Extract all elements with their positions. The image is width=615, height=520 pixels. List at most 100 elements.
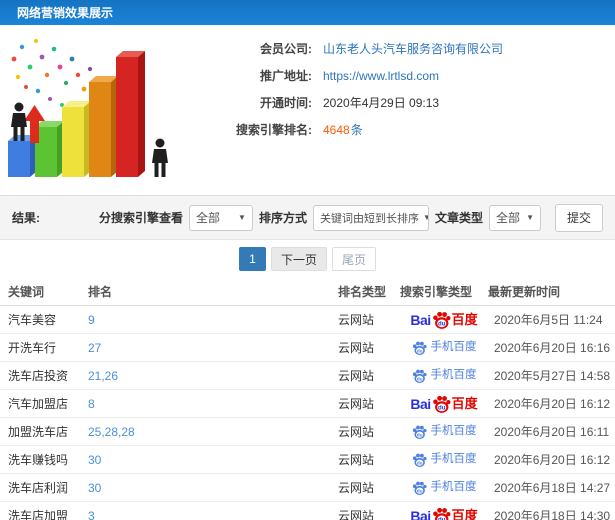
keyword-cell: 洗车店利润 xyxy=(8,481,69,495)
promotion-url-label: 推广地址: xyxy=(260,69,312,83)
rank-type-cell: 云网站 xyxy=(338,453,375,467)
sort-label: 排序方式 xyxy=(258,211,307,225)
pagination: 1 下一页 尾页 xyxy=(0,240,615,278)
result-label: 结果: xyxy=(12,211,40,225)
open-time-label: 开通时间: xyxy=(260,96,312,110)
sort-select[interactable]: 关键词由短到长排序 ▼ xyxy=(312,204,429,231)
company-link[interactable]: 山东老人头汽车服务咨询有限公司 xyxy=(323,40,503,57)
keyword-cell: 洗车店投资 xyxy=(8,369,69,383)
promotion-url-link[interactable]: https://www.lrtlsd.com xyxy=(323,69,439,83)
rank-cell: 9 xyxy=(88,313,338,327)
engine-filter-label: 分搜索引擎查看 xyxy=(98,211,183,225)
column-header: 最新更新时间 xyxy=(488,285,561,299)
mobile-baidu-logo: du 手机百度 xyxy=(412,340,477,356)
engine-filter-select[interactable]: 全部 ▼ xyxy=(188,204,253,231)
page-button-current[interactable]: 1 xyxy=(238,247,266,271)
baidu-paw-icon: du xyxy=(412,341,427,355)
chevron-down-icon: ▼ xyxy=(419,213,428,222)
rank-type-cell: 云网站 xyxy=(338,341,375,355)
svg-text:du: du xyxy=(438,516,446,520)
mobile-baidu-logo: du 手机百度 xyxy=(412,452,477,468)
baidu-paw-icon: du xyxy=(432,507,451,520)
baidu-paw-icon: du xyxy=(412,369,427,383)
baidu-logo: Bai du 百度 xyxy=(410,395,478,413)
open-time-row: 开通时间: 2020年4月29日 09:13 xyxy=(182,89,615,116)
rank-link[interactable]: 30 xyxy=(88,453,101,467)
rank-link[interactable]: 21,26 xyxy=(88,369,118,383)
rank-link[interactable]: 9 xyxy=(88,313,95,327)
filter-bar: 结果: 分搜索引擎查看 全部 ▼ 排序方式 关键词由短到长排序 ▼ 文章类型 全… xyxy=(0,195,615,240)
rank-link[interactable]: 8 xyxy=(88,397,95,411)
rank-count: 4648 xyxy=(323,123,350,137)
chevron-down-icon: ▼ xyxy=(238,213,246,222)
table-row: 洗车店利润 30 云网站 du 手机百度 2020年6月18日 14:27 xyxy=(0,474,615,502)
updated-cell: 2020年6月20日 16:11 xyxy=(494,425,610,439)
rank-cell: 21,26 xyxy=(88,369,338,383)
table-row: 洗车店加盟 3 云网站 Bai du 百度 2020年6月18日 14:30 xyxy=(0,502,615,520)
baidu-logo: Bai du 百度 xyxy=(410,311,478,329)
engine-rank-label: 搜索引擎排名: xyxy=(236,123,312,137)
column-header: 关键词 xyxy=(8,285,45,299)
page-title: 网络营销效果展示 xyxy=(17,6,114,20)
column-header: 搜索引擎类型 xyxy=(400,285,473,299)
rank-cell: 8 xyxy=(88,397,338,411)
marketing-report-page: 网络营销效果展示 会员公司: 山东老人头汽车服务咨询有限公司 推广地址: htt… xyxy=(0,0,615,520)
engine-cell: du 手机百度 xyxy=(400,340,488,356)
rank-unit: 条 xyxy=(350,123,363,137)
updated-cell: 2020年6月18日 14:27 xyxy=(494,481,611,495)
engine-rank-value: 4648条 xyxy=(323,121,363,138)
table-row: 加盟洗车店 25,28,28 云网站 du 手机百度 2020年6月20日 16… xyxy=(0,418,615,446)
rank-cell: 25,28,28 xyxy=(88,425,338,439)
rank-link[interactable]: 30 xyxy=(88,481,101,495)
businessman-figure-right xyxy=(152,138,168,177)
next-page-button[interactable]: 下一页 xyxy=(270,247,327,271)
table-row: 洗车店投资 21,26 云网站 du 手机百度 2020年5月27日 14:58 xyxy=(0,362,615,390)
open-time-value: 2020年4月29日 09:13 xyxy=(323,96,440,110)
last-page-button[interactable]: 尾页 xyxy=(332,247,377,271)
baidu-paw-icon: du xyxy=(412,425,427,439)
bar-yellow xyxy=(62,101,91,177)
engine-cell: du 手机百度 xyxy=(400,368,488,384)
svg-text:du: du xyxy=(438,404,446,411)
rank-link[interactable]: 25,28,28 xyxy=(88,425,135,439)
column-header: 排名类型 xyxy=(338,285,387,299)
rank-type-cell: 云网站 xyxy=(338,425,375,439)
engine-cell: du 手机百度 xyxy=(400,452,488,468)
rank-type-cell: 云网站 xyxy=(338,369,375,383)
rank-cell: 30 xyxy=(88,453,338,467)
updated-cell: 2020年6月20日 16:12 xyxy=(494,453,611,467)
account-details: 会员公司: 山东老人头汽车服务咨询有限公司 推广地址: https://www.… xyxy=(182,25,615,195)
mobile-baidu-logo: du 手机百度 xyxy=(412,424,477,440)
submit-button[interactable]: 提交 xyxy=(554,203,603,232)
updated-cell: 2020年6月20日 16:12 xyxy=(494,397,611,411)
keyword-cell: 洗车店加盟 xyxy=(8,509,69,520)
svg-text:du: du xyxy=(416,432,422,438)
rank-link[interactable]: 27 xyxy=(88,341,101,355)
mobile-baidu-logo: du 手机百度 xyxy=(412,368,477,384)
growth-chart-illustration xyxy=(0,29,182,191)
company-label: 会员公司: xyxy=(260,42,312,56)
svg-text:du: du xyxy=(416,488,422,494)
rank-link[interactable]: 3 xyxy=(88,509,95,520)
keyword-cell: 洗车赚钱吗 xyxy=(8,453,69,467)
bar-red xyxy=(116,51,145,177)
bar-green xyxy=(35,121,64,177)
rank-type-cell: 云网站 xyxy=(338,313,375,327)
filter-controls: 分搜索引擎查看 全部 ▼ 排序方式 关键词由短到长排序 ▼ 文章类型 全部 ▼ … xyxy=(98,203,603,232)
account-info-section: 会员公司: 山东老人头汽车服务咨询有限公司 推广地址: https://www.… xyxy=(0,25,615,195)
results-table-body: 汽车美容 9 云网站 Bai du 百度 2020年6月5日 11:24 开洗车行… xyxy=(0,306,615,520)
engine-filter-value: 全部 xyxy=(195,211,220,225)
table-row: 洗车赚钱吗 30 云网站 du 手机百度 2020年6月20日 16:12 xyxy=(0,446,615,474)
engine-cell: Bai du 百度 xyxy=(400,394,488,414)
table-header-row: 关键词 排名 排名类型 搜索引擎类型 最新更新时间 xyxy=(0,278,615,306)
sort-value: 关键词由短到长排序 xyxy=(319,212,419,225)
article-type-select[interactable]: 全部 ▼ xyxy=(488,204,541,231)
bar-chart-clipart xyxy=(8,39,168,177)
keyword-cell: 开洗车行 xyxy=(8,341,57,355)
table-row: 开洗车行 27 云网站 du 手机百度 2020年6月20日 16:16 xyxy=(0,334,615,362)
chevron-down-icon: ▼ xyxy=(526,213,534,222)
rank-type-cell: 云网站 xyxy=(338,481,375,495)
baidu-paw-icon: du xyxy=(412,453,427,467)
table-row: 汽车加盟店 8 云网站 Bai du 百度 2020年6月20日 16:12 xyxy=(0,390,615,418)
article-type-value: 全部 xyxy=(495,211,520,225)
